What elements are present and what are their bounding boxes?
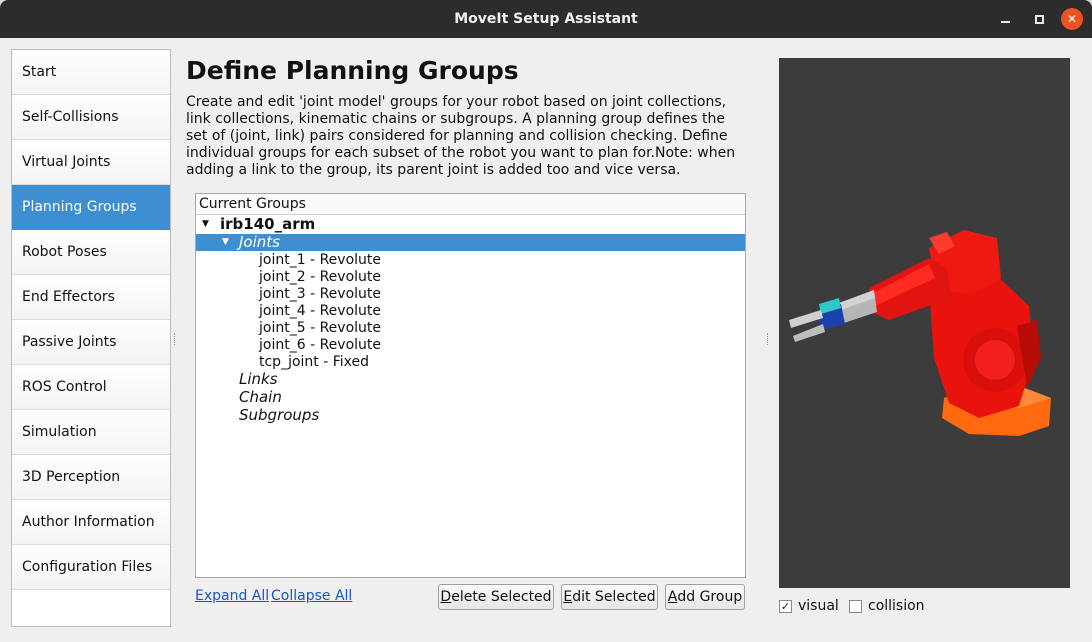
close-icon: ✕ bbox=[1066, 12, 1078, 26]
robot-3d-viewport[interactable] bbox=[779, 58, 1070, 588]
add-mnemonic: A bbox=[667, 589, 678, 605]
add-group-button[interactable]: Add Group bbox=[665, 584, 745, 610]
joint-label: tcp_joint - Fixed bbox=[259, 354, 370, 370]
joint-label: joint_1 - Revolute bbox=[259, 252, 381, 268]
sidebar-nav: Start Self-Collisions Virtual Joints Pla… bbox=[11, 49, 171, 627]
groups-tree[interactable]: Current Groups ▼ irb140_arm ▼ Joints joi… bbox=[195, 193, 746, 578]
maximize-button[interactable] bbox=[1028, 8, 1050, 30]
tree-row-joint[interactable]: joint_5 - Revolute bbox=[196, 320, 745, 337]
joint-label: joint_3 - Revolute bbox=[259, 286, 381, 302]
page-description: Create and edit 'joint model' groups for… bbox=[186, 94, 736, 178]
expand-arrow-icon[interactable]: ▼ bbox=[222, 234, 229, 251]
sidebar-item-passive-joints[interactable]: Passive Joints bbox=[12, 320, 170, 365]
edit-mnemonic: E bbox=[563, 589, 573, 605]
title-bar[interactable]: MoveIt Setup Assistant ✕ bbox=[0, 0, 1092, 38]
main-window: MoveIt Setup Assistant ✕ Start Self-Coll… bbox=[0, 0, 1092, 642]
chain-label: Chain bbox=[239, 388, 282, 406]
tree-row-group[interactable]: ▼ irb140_arm bbox=[196, 216, 745, 233]
tree-row-subgroups[interactable]: Subgroups bbox=[196, 407, 745, 424]
sidebar-item-configuration-files[interactable]: Configuration Files bbox=[12, 545, 170, 590]
robot-model-render bbox=[789, 230, 1051, 436]
expand-arrow-icon[interactable]: ▼ bbox=[202, 216, 209, 233]
joint-label: joint_6 - Revolute bbox=[259, 337, 381, 353]
window-title: MoveIt Setup Assistant bbox=[454, 11, 638, 27]
joint-label: joint_4 - Revolute bbox=[259, 303, 381, 319]
collision-checkbox[interactable] bbox=[849, 599, 862, 613]
maximize-icon bbox=[1034, 14, 1044, 24]
edit-label: dit Selected bbox=[572, 589, 656, 605]
sidebar-item-simulation[interactable]: Simulation bbox=[12, 410, 170, 455]
subgroups-label: Subgroups bbox=[239, 406, 320, 424]
tree-row-joints[interactable]: ▼ Joints bbox=[196, 234, 745, 251]
links-label: Links bbox=[239, 370, 278, 388]
sidebar-item-robot-poses[interactable]: Robot Poses bbox=[12, 230, 170, 275]
sidebar-item-ros-control[interactable]: ROS Control bbox=[12, 365, 170, 410]
tree-row-joint[interactable]: joint_3 - Revolute bbox=[196, 286, 745, 303]
tree-row-joint[interactable]: joint_1 - Revolute bbox=[196, 252, 745, 269]
tree-header: Current Groups bbox=[196, 194, 745, 215]
delete-label: elete Selected bbox=[451, 589, 552, 605]
collision-toggle[interactable]: collision bbox=[849, 598, 925, 614]
edit-selected-button[interactable]: Edit Selected bbox=[561, 584, 658, 610]
tree-row-chain[interactable]: Chain bbox=[196, 389, 745, 406]
minimize-icon bbox=[1000, 21, 1010, 23]
joint-label: joint_5 - Revolute bbox=[259, 320, 381, 336]
expand-all-link[interactable]: Expand All bbox=[195, 588, 269, 604]
tree-row-joint[interactable]: joint_6 - Revolute bbox=[196, 337, 745, 354]
sidebar-item-start[interactable]: Start bbox=[12, 50, 170, 95]
visual-checkbox[interactable]: ✓ bbox=[779, 599, 792, 613]
sidebar-item-author-information[interactable]: Author Information bbox=[12, 500, 170, 545]
add-label: dd Group bbox=[677, 589, 743, 605]
left-splitter-handle[interactable] bbox=[174, 333, 177, 345]
page-title: Define Planning Groups bbox=[186, 56, 519, 85]
delete-selected-button[interactable]: Delete Selected bbox=[438, 584, 554, 610]
visual-label: visual bbox=[798, 598, 839, 614]
group-name: irb140_arm bbox=[220, 215, 316, 233]
tree-row-joint[interactable]: joint_4 - Revolute bbox=[196, 303, 745, 320]
joint-label: joint_2 - Revolute bbox=[259, 269, 381, 285]
sidebar-item-3d-perception[interactable]: 3D Perception bbox=[12, 455, 170, 500]
tree-row-links[interactable]: Links bbox=[196, 371, 745, 388]
sidebar-item-end-effectors[interactable]: End Effectors bbox=[12, 275, 170, 320]
minimize-button[interactable] bbox=[994, 8, 1016, 30]
joints-label: Joints bbox=[239, 233, 280, 251]
collapse-all-link[interactable]: Collapse All bbox=[271, 588, 352, 604]
right-splitter-handle[interactable] bbox=[767, 333, 770, 345]
tree-row-joint[interactable]: joint_2 - Revolute bbox=[196, 269, 745, 286]
sidebar-item-self-collisions[interactable]: Self-Collisions bbox=[12, 95, 170, 140]
collision-label: collision bbox=[868, 598, 925, 614]
sidebar-item-virtual-joints[interactable]: Virtual Joints bbox=[12, 140, 170, 185]
delete-mnemonic: D bbox=[440, 589, 452, 605]
sidebar-item-planning-groups[interactable]: Planning Groups bbox=[12, 185, 170, 230]
visual-toggle[interactable]: ✓ visual bbox=[779, 598, 839, 614]
close-button[interactable]: ✕ bbox=[1061, 8, 1083, 30]
tree-row-joint[interactable]: tcp_joint - Fixed bbox=[196, 354, 745, 371]
